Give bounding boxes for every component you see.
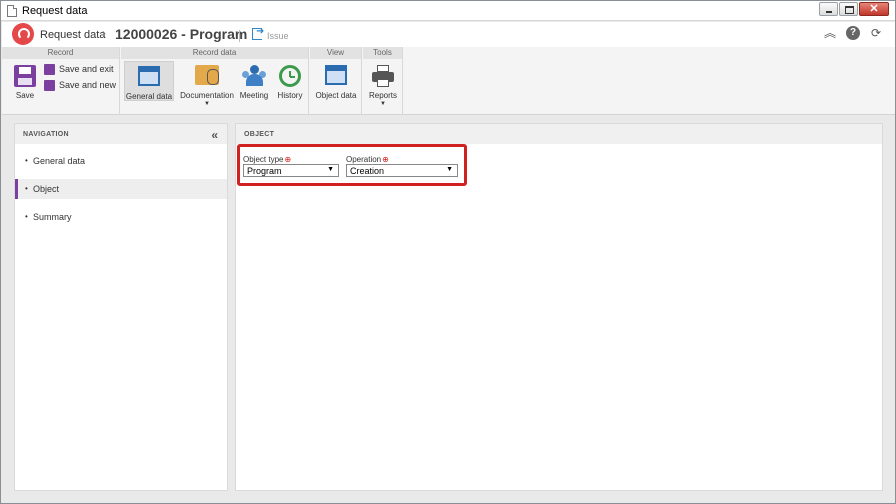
object-data-button[interactable]: Object data	[313, 61, 359, 101]
collapse-left-icon[interactable]: «	[211, 128, 218, 142]
navigation-title: NAVIGATION	[15, 124, 227, 144]
record-header: Request data › 12000026 - Program Issue …	[2, 22, 895, 47]
close-button[interactable]: ✕	[859, 2, 889, 16]
breadcrumb-separator: ›	[102, 26, 106, 40]
general-data-button[interactable]: General data	[124, 61, 174, 101]
reports-button[interactable]: Reports ▼	[367, 61, 399, 109]
dropdown-caret-icon: ▼	[380, 101, 386, 107]
documentation-label: Documentation	[180, 91, 234, 100]
reports-label: Reports	[368, 91, 397, 100]
nav-item-label: General data	[33, 156, 86, 166]
document-icon	[7, 5, 17, 17]
app-logo-icon	[12, 23, 34, 45]
save-and-exit-label: Save and exit	[59, 64, 114, 74]
window-controls: ✕	[819, 2, 889, 16]
people-icon	[242, 65, 266, 87]
ribbon-group-view: View Object data	[310, 47, 362, 115]
app-window: Request data ✕ Request data › 12000026 -…	[0, 0, 896, 504]
save-new-icon	[44, 80, 55, 91]
ribbon-group-record: Record Save Save and exit Save and new	[2, 47, 120, 115]
minimize-button[interactable]	[819, 2, 838, 16]
save-and-exit-button[interactable]: Save and exit	[44, 64, 116, 76]
help-icon[interactable]: ?	[846, 26, 860, 40]
printer-icon	[372, 65, 394, 87]
highlight-box	[237, 144, 467, 186]
save-and-new-label: Save and new	[59, 80, 117, 90]
history-label: History	[277, 91, 303, 100]
meeting-label: Meeting	[239, 91, 269, 100]
dropdown-caret-icon: ▼	[204, 101, 210, 107]
header-actions: ︽ ? ⟳	[823, 26, 883, 40]
ribbon-group-label: Record data	[121, 47, 308, 59]
object-panel-title: OBJECT	[236, 124, 882, 144]
navigation-panel: NAVIGATION « • General data • Object • S…	[14, 123, 228, 491]
header-divider	[239, 30, 240, 42]
documentation-button[interactable]: Documentation ▼	[180, 61, 234, 109]
refresh-icon[interactable]: ⟳	[869, 26, 883, 40]
bullet-icon: •	[25, 156, 28, 165]
save-icon	[14, 65, 36, 87]
nav-item-general-data[interactable]: • General data	[15, 151, 227, 171]
nav-item-label: Object	[33, 184, 60, 194]
folder-attachment-icon	[195, 65, 219, 85]
general-data-label: General data	[125, 92, 173, 101]
bullet-icon: •	[25, 184, 28, 193]
save-label: Save	[15, 91, 35, 100]
maximize-button[interactable]	[839, 2, 858, 16]
nav-item-object[interactable]: • Object	[15, 179, 227, 199]
ribbon-group-record-data: Record data General data Documentation ▼…	[121, 47, 309, 115]
ribbon-toolbar: Record Save Save and exit Save and new R…	[2, 47, 895, 115]
history-button[interactable]: History	[274, 61, 306, 101]
ribbon-group-label: View	[310, 47, 361, 59]
issue-link[interactable]: Issue	[267, 31, 289, 41]
ribbon-group-label: Record	[2, 47, 119, 59]
collapse-up-icon[interactable]: ︽	[823, 26, 837, 40]
meeting-button[interactable]: Meeting	[238, 61, 270, 101]
nav-item-summary[interactable]: • Summary	[15, 207, 227, 227]
save-button[interactable]: Save	[11, 61, 39, 103]
save-and-new-button[interactable]: Save and new	[44, 80, 116, 92]
title-bar: Request data ✕	[1, 1, 895, 21]
window-icon	[138, 66, 160, 86]
bullet-icon: •	[25, 212, 28, 221]
close-icon: ✕	[869, 3, 879, 15]
window-title: Request data	[22, 5, 88, 17]
ribbon-group-label: Tools	[363, 47, 402, 59]
ribbon-group-tools: Tools Reports ▼	[363, 47, 403, 115]
breadcrumb-parent[interactable]: Request data	[40, 29, 105, 41]
clock-history-icon	[279, 65, 301, 87]
window-icon	[325, 65, 347, 85]
object-data-label: Object data	[315, 91, 357, 100]
save-exit-icon	[44, 64, 55, 75]
record-title: 12000026 - Program	[115, 26, 248, 42]
nav-item-label: Summary	[33, 212, 72, 222]
issue-icon[interactable]	[252, 26, 264, 40]
